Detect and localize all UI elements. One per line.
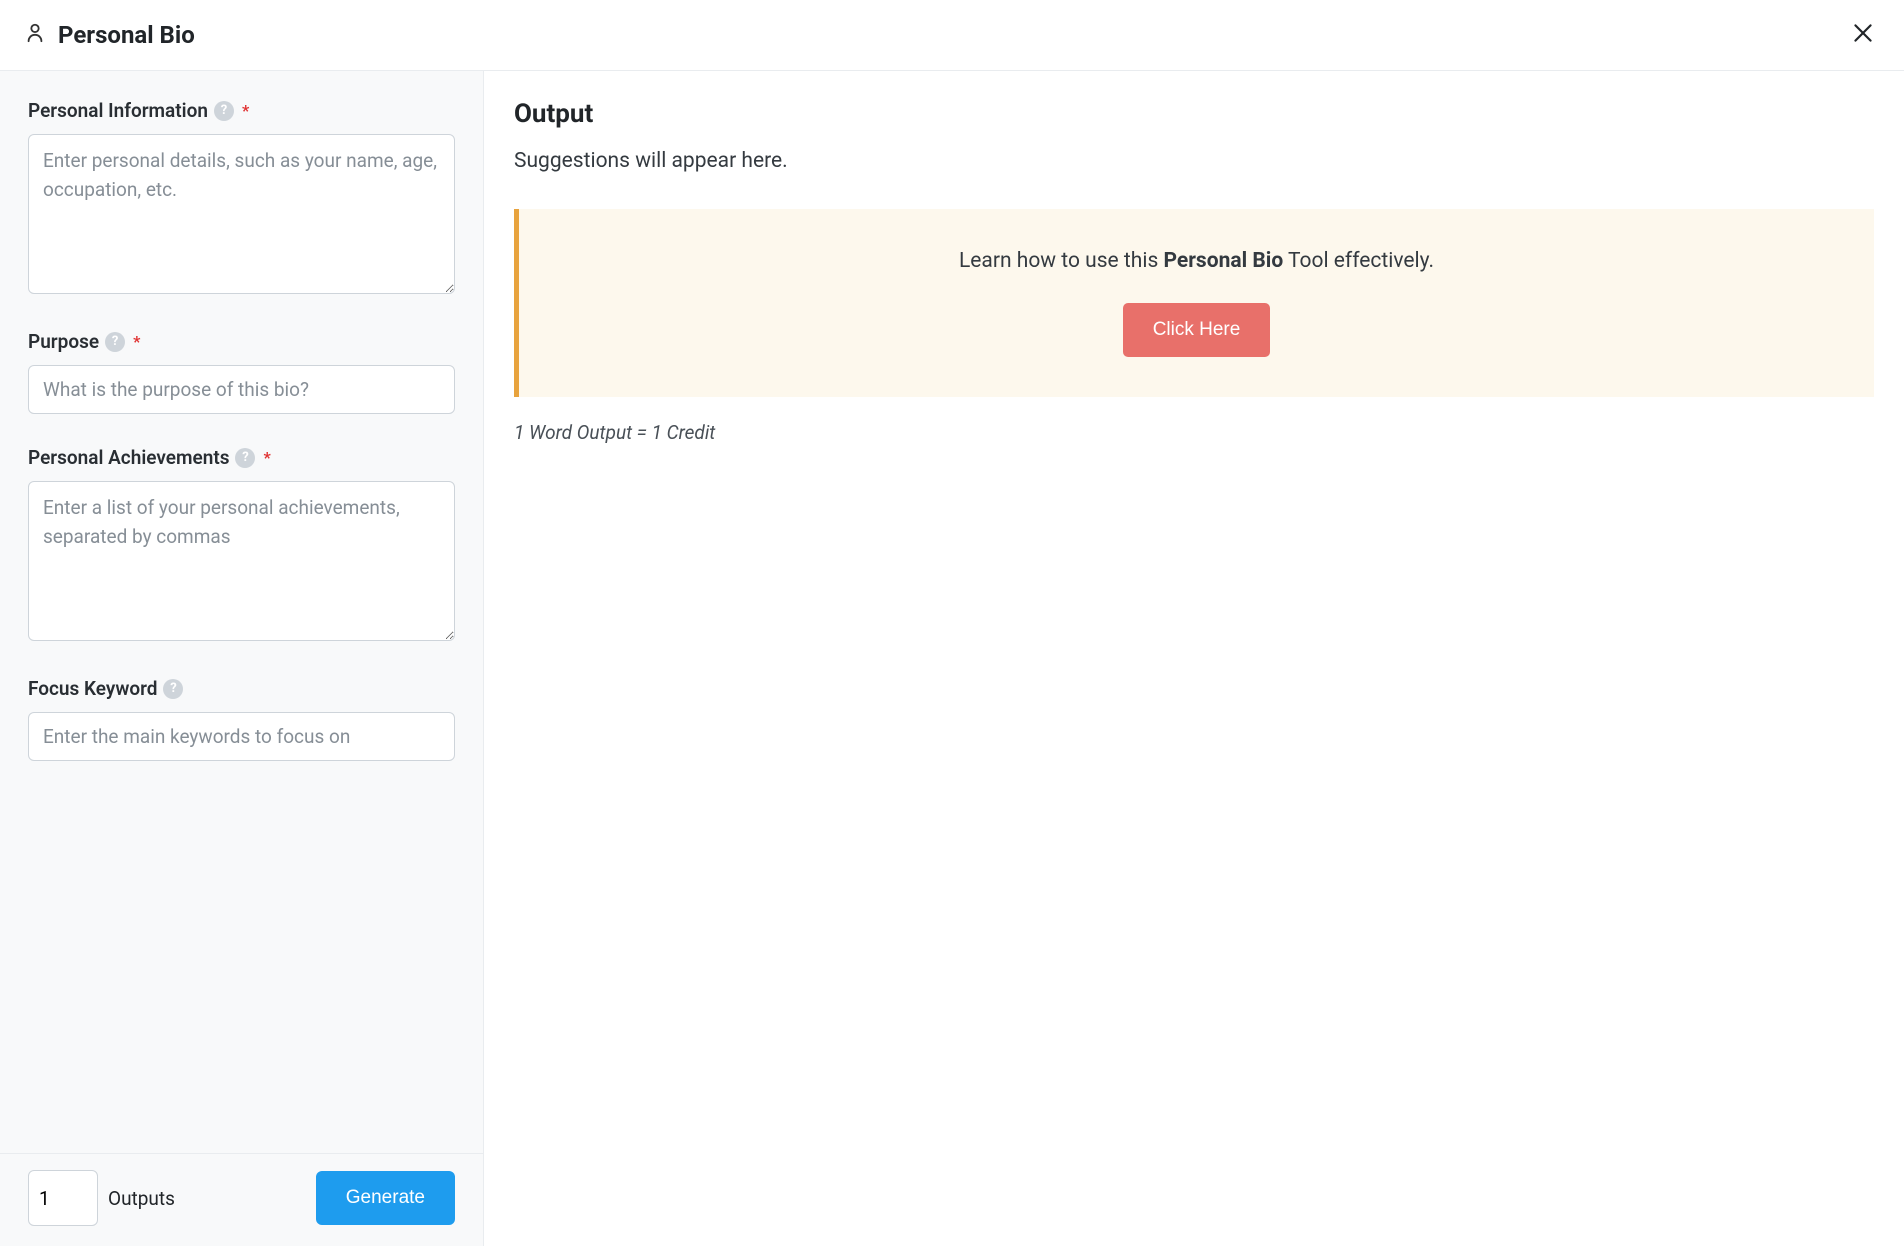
tip-bold: Personal Bio [1164,249,1284,273]
form-sidebar: Personal Information ? * Purpose ? * [0,71,484,1246]
tip-card: Learn how to use this Personal Bio Tool … [514,209,1874,397]
help-icon[interactable]: ? [214,101,234,121]
output-title: Output [514,99,1874,129]
generate-button[interactable]: Generate [316,1171,455,1225]
close-icon[interactable] [1846,16,1880,54]
help-icon[interactable]: ? [235,448,255,468]
required-mark: * [242,101,249,120]
tip-click-here-button[interactable]: Click Here [1123,303,1271,357]
help-icon[interactable]: ? [105,332,125,352]
label-personal-information: Personal Information [28,99,208,122]
tip-suffix: Tool effectively. [1283,249,1434,273]
page-title: Personal Bio [58,21,195,49]
outputs-count-input[interactable] [28,1170,98,1226]
help-icon[interactable]: ? [163,679,183,699]
label-focus-keyword: Focus Keyword [28,677,157,700]
outputs-label: Outputs [108,1187,175,1210]
field-personal-achievements: Personal Achievements ? * [28,446,455,645]
output-placeholder-text: Suggestions will appear here. [514,149,1874,173]
tip-prefix: Learn how to use this [959,249,1164,273]
field-personal-information: Personal Information ? * [28,99,455,298]
credit-note: 1 Word Output = 1 Credit [514,421,1874,444]
focus-keyword-input[interactable] [28,712,455,761]
tip-text: Learn how to use this Personal Bio Tool … [549,249,1844,273]
required-mark: * [133,332,140,351]
purpose-input[interactable] [28,365,455,414]
required-mark: * [263,448,270,467]
user-icon [24,22,46,48]
field-purpose: Purpose ? * [28,330,455,414]
personal-information-input[interactable] [28,134,455,294]
header: Personal Bio [0,0,1904,71]
personal-achievements-input[interactable] [28,481,455,641]
output-panel: Output Suggestions will appear here. Lea… [484,71,1904,1246]
form-footer: Outputs Generate [0,1153,483,1246]
label-purpose: Purpose [28,330,99,353]
field-focus-keyword: Focus Keyword ? [28,677,455,761]
label-personal-achievements: Personal Achievements [28,446,229,469]
